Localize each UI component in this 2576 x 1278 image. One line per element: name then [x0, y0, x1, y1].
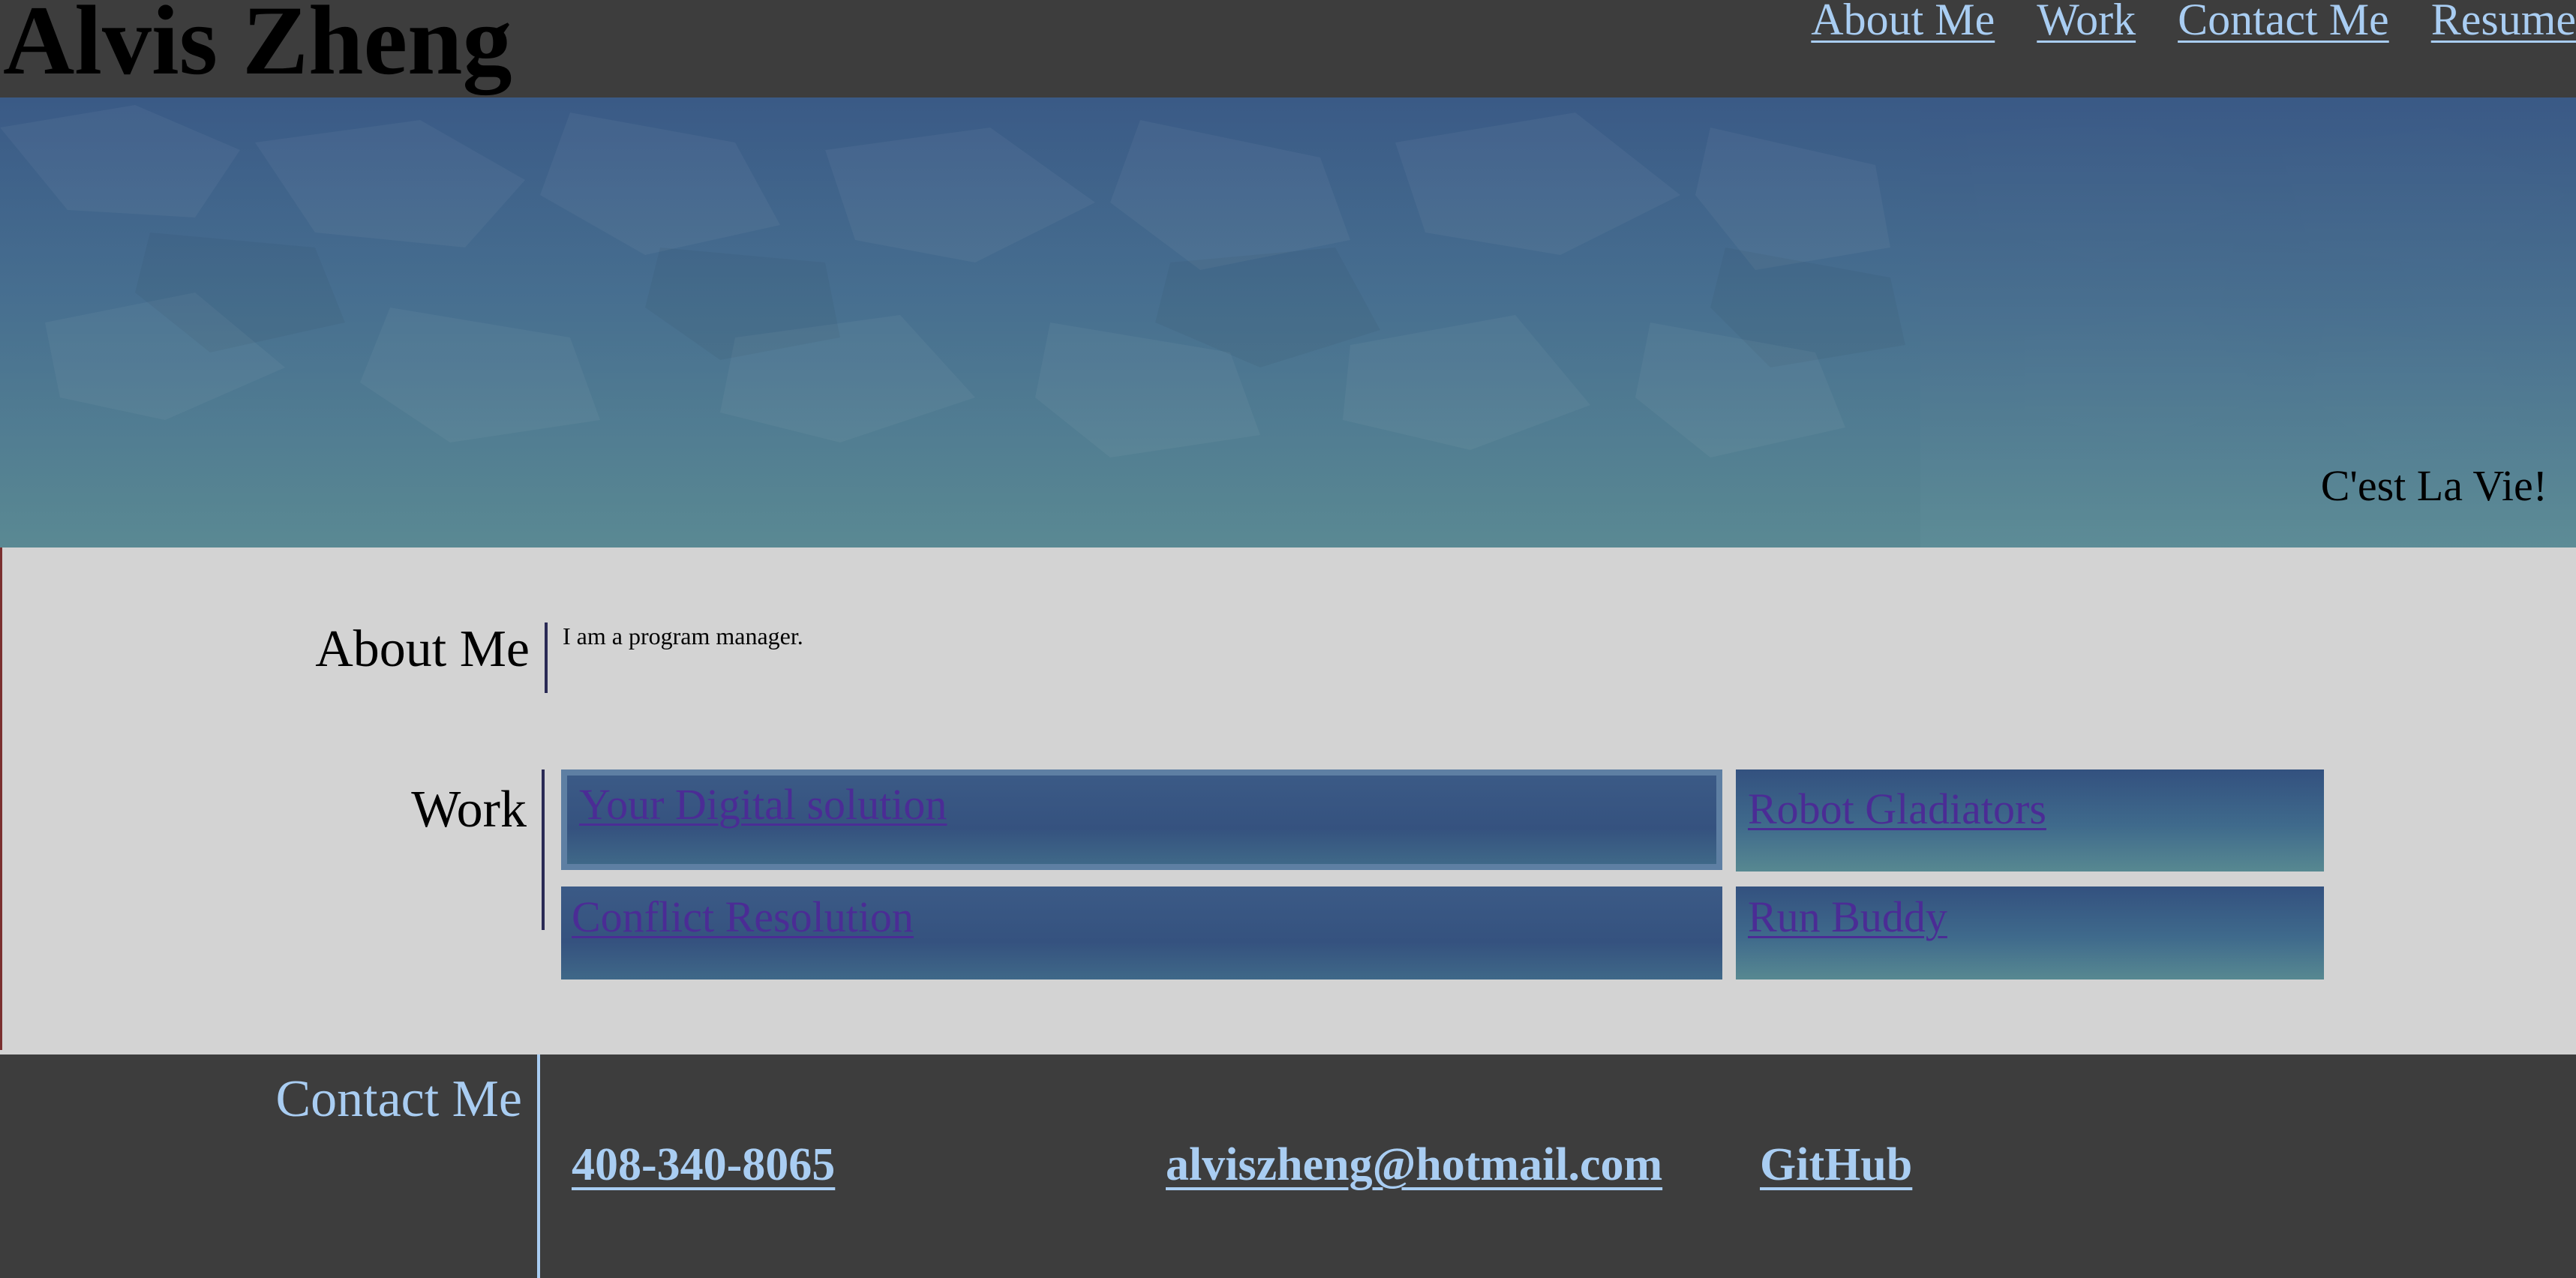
- work-divider: [542, 770, 545, 930]
- work-link-conflict-resolution[interactable]: Conflict Resolution: [572, 891, 914, 944]
- main-nav: About Me Work Contact Me Resume: [1811, 0, 2576, 46]
- email-link[interactable]: alviszheng@hotmail.com: [1166, 1137, 1662, 1192]
- hero-banner: C'est La Vie!: [0, 98, 2576, 548]
- about-me-text: I am a program manager.: [563, 622, 803, 650]
- hero-tagline: C'est La Vie!: [2320, 461, 2547, 510]
- contact-me-heading: Contact Me: [275, 1070, 522, 1128]
- work-link-robot-gladiators[interactable]: Robot Gladiators: [1748, 783, 2046, 836]
- contact-footer: Contact Me 408-340-8065 alviszheng@hotma…: [0, 1054, 2576, 1278]
- nav-resume[interactable]: Resume: [2431, 0, 2576, 46]
- contact-divider: [537, 1054, 540, 1278]
- github-link[interactable]: GitHub: [1760, 1137, 1912, 1192]
- phone-link[interactable]: 408-340-8065: [572, 1137, 835, 1192]
- work-link-run-buddy[interactable]: Run Buddy: [1748, 891, 1947, 944]
- work-card-run-buddy[interactable]: Run Buddy: [1736, 886, 2324, 980]
- work-card-digital-solution[interactable]: Your Digital solution: [561, 770, 1722, 870]
- work-heading: Work: [411, 781, 527, 838]
- site-title: Alvis Zheng: [3, 0, 512, 95]
- main-content: About Me I am a program manager. Work Yo…: [0, 548, 2576, 1054]
- nav-about-me[interactable]: About Me: [1811, 0, 1995, 46]
- about-me-heading: About Me: [315, 620, 530, 678]
- left-edge-accent: [0, 548, 2, 1050]
- work-card-robot-gladiators[interactable]: Robot Gladiators: [1736, 770, 2324, 872]
- nav-contact-me[interactable]: Contact Me: [2178, 0, 2389, 46]
- nav-work[interactable]: Work: [2037, 0, 2136, 46]
- about-divider: [545, 622, 548, 693]
- site-header: Alvis Zheng About Me Work Contact Me Res…: [0, 0, 2576, 99]
- work-link-digital-solution[interactable]: Your Digital solution: [579, 778, 947, 831]
- work-card-conflict-resolution[interactable]: Conflict Resolution: [561, 886, 1722, 980]
